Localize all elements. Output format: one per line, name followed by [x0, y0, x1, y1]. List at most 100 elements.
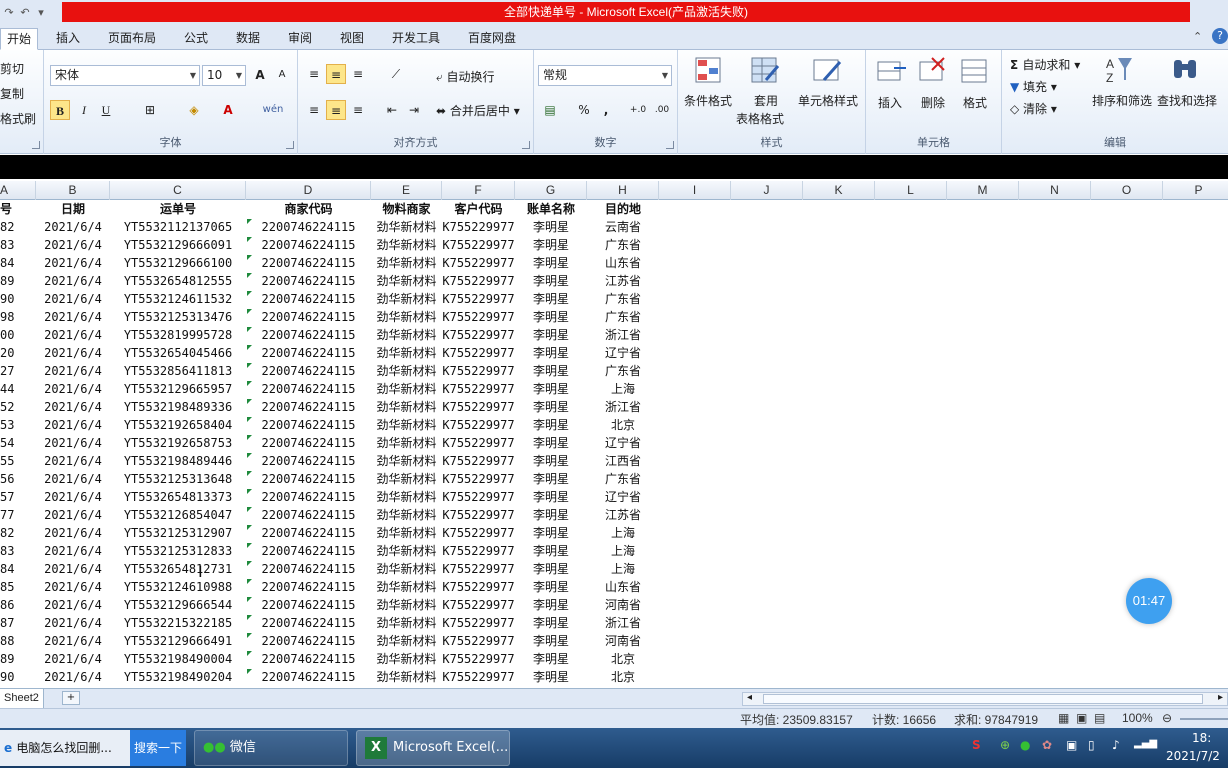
table-cell[interactable]: 浙江省: [587, 398, 659, 416]
column-header-o[interactable]: O: [1091, 181, 1163, 200]
table-cell[interactable]: 2200746224115: [246, 416, 371, 434]
comma-button[interactable]: ,: [596, 100, 616, 120]
table-cell[interactable]: 2200746224115: [246, 452, 371, 470]
column-header-d[interactable]: D: [246, 181, 371, 200]
fill-button[interactable]: ▼ 填充 ▾: [1010, 78, 1057, 95]
orientation-icon[interactable]: ⟋: [386, 64, 406, 84]
table-cell[interactable]: 上海: [587, 524, 659, 542]
table-cell[interactable]: K755229977: [442, 506, 515, 524]
tray-wechat-icon[interactable]: ●: [1020, 738, 1030, 752]
table-cell[interactable]: 劲华新材料: [371, 452, 442, 470]
table-cell[interactable]: K755229977: [442, 596, 515, 614]
new-sheet-icon[interactable]: +: [62, 691, 80, 705]
table-cell[interactable]: 劲华新材料: [371, 218, 442, 236]
table-cell[interactable]: 2021/6/4: [36, 488, 110, 506]
table-cell[interactable]: YT5532124611532: [110, 290, 246, 308]
table-cell[interactable]: K755229977: [442, 488, 515, 506]
table-cell[interactable]: 李明星: [515, 218, 587, 236]
copy-button[interactable]: 复制: [0, 85, 24, 102]
table-cell[interactable]: 上海: [587, 380, 659, 398]
table-cell[interactable]: K755229977: [442, 542, 515, 560]
tab-data[interactable]: 数据: [230, 28, 266, 50]
table-cell[interactable]: YT5532126854047: [110, 506, 246, 524]
table-cell[interactable]: 90: [0, 290, 36, 308]
table-cell[interactable]: K755229977: [442, 524, 515, 542]
table-cell[interactable]: 44: [0, 380, 36, 398]
table-cell[interactable]: 89: [0, 650, 36, 668]
table-cell[interactable]: 53: [0, 416, 36, 434]
header-cell[interactable]: 物料商家: [371, 200, 442, 218]
table-cell[interactable]: YT5532198490004: [110, 650, 246, 668]
table-cell[interactable]: K755229977: [442, 344, 515, 362]
table-cell[interactable]: 劲华新材料: [371, 290, 442, 308]
table-cell[interactable]: 2021/6/4: [36, 254, 110, 272]
taskbar-search-button[interactable]: 搜索一下: [130, 730, 186, 766]
table-cell[interactable]: K755229977: [442, 254, 515, 272]
table-cell[interactable]: 李明星: [515, 380, 587, 398]
table-cell[interactable]: 李明星: [515, 290, 587, 308]
table-cell[interactable]: 北京: [587, 650, 659, 668]
table-cell[interactable]: YT5532215322185: [110, 614, 246, 632]
table-cell[interactable]: 劲华新材料: [371, 326, 442, 344]
table-cell[interactable]: 2200746224115: [246, 524, 371, 542]
phonetic-button[interactable]: wén: [258, 100, 288, 120]
table-cell[interactable]: 2200746224115: [246, 272, 371, 290]
font-name-combo[interactable]: 宋体 ▼: [50, 65, 200, 86]
table-cell[interactable]: YT5532129666100: [110, 254, 246, 272]
table-cell[interactable]: 2200746224115: [246, 470, 371, 488]
table-cell[interactable]: 李明星: [515, 308, 587, 326]
table-cell[interactable]: YT5532129665957: [110, 380, 246, 398]
table-cell[interactable]: 劲华新材料: [371, 344, 442, 362]
table-cell[interactable]: 2200746224115: [246, 344, 371, 362]
table-cell[interactable]: 上海: [587, 560, 659, 578]
table-cell[interactable]: 89: [0, 272, 36, 290]
table-cell[interactable]: 李明星: [515, 524, 587, 542]
qat-customize-icon[interactable]: ▾: [36, 6, 46, 19]
table-cell[interactable]: 2021/6/4: [36, 380, 110, 398]
table-cell[interactable]: K755229977: [442, 434, 515, 452]
table-cell[interactable]: 劲华新材料: [371, 614, 442, 632]
table-cell[interactable]: 83: [0, 542, 36, 560]
table-cell[interactable]: 2021/6/4: [36, 614, 110, 632]
table-cell[interactable]: 北京: [587, 416, 659, 434]
scroll-left-icon[interactable]: ◂: [747, 692, 752, 703]
table-cell[interactable]: 52: [0, 398, 36, 416]
column-header-b[interactable]: B: [36, 181, 110, 200]
tab-baidu-netdisk[interactable]: 百度网盘: [462, 28, 522, 50]
table-cell[interactable]: 86: [0, 596, 36, 614]
table-cell[interactable]: K755229977: [442, 470, 515, 488]
table-cell[interactable]: 李明星: [515, 272, 587, 290]
table-cell[interactable]: 2021/6/4: [36, 290, 110, 308]
table-cell[interactable]: 广东省: [587, 290, 659, 308]
table-cell[interactable]: 李明星: [515, 326, 587, 344]
table-cell[interactable]: 87: [0, 614, 36, 632]
table-cell[interactable]: 2200746224115: [246, 650, 371, 668]
table-cell[interactable]: 2021/6/4: [36, 362, 110, 380]
table-cell[interactable]: YT5532198489336: [110, 398, 246, 416]
table-cell[interactable]: 辽宁省: [587, 434, 659, 452]
table-cell[interactable]: K755229977: [442, 308, 515, 326]
tab-home[interactable]: 开始: [0, 28, 39, 50]
table-cell[interactable]: 劲华新材料: [371, 272, 442, 290]
table-cell[interactable]: 劲华新材料: [371, 668, 442, 686]
table-cell[interactable]: 82: [0, 218, 36, 236]
normal-view-icon[interactable]: ▦: [1058, 711, 1069, 725]
table-cell[interactable]: 劲华新材料: [371, 650, 442, 668]
table-cell[interactable]: 北京: [587, 668, 659, 686]
decrease-indent-icon[interactable]: ⇤: [382, 100, 402, 120]
column-header-g[interactable]: G: [515, 181, 587, 200]
table-cell[interactable]: 李明星: [515, 668, 587, 686]
table-cell[interactable]: 劲华新材料: [371, 542, 442, 560]
header-cell[interactable]: 日期: [36, 200, 110, 218]
table-cell[interactable]: 98: [0, 308, 36, 326]
align-left-icon[interactable]: ≡: [304, 100, 324, 120]
table-cell[interactable]: K755229977: [442, 416, 515, 434]
number-format-combo[interactable]: 常规 ▼: [538, 65, 672, 86]
clock-date[interactable]: 2021/7/2: [1166, 749, 1220, 763]
table-cell[interactable]: 劲华新材料: [371, 560, 442, 578]
taskbar-browser-item[interactable]: e 电脑怎么找回删...: [0, 730, 130, 766]
table-cell[interactable]: YT5532125312907: [110, 524, 246, 542]
page-layout-view-icon[interactable]: ▣: [1076, 711, 1087, 725]
insert-cells-button[interactable]: 插入: [878, 94, 902, 111]
table-cell[interactable]: 李明星: [515, 506, 587, 524]
